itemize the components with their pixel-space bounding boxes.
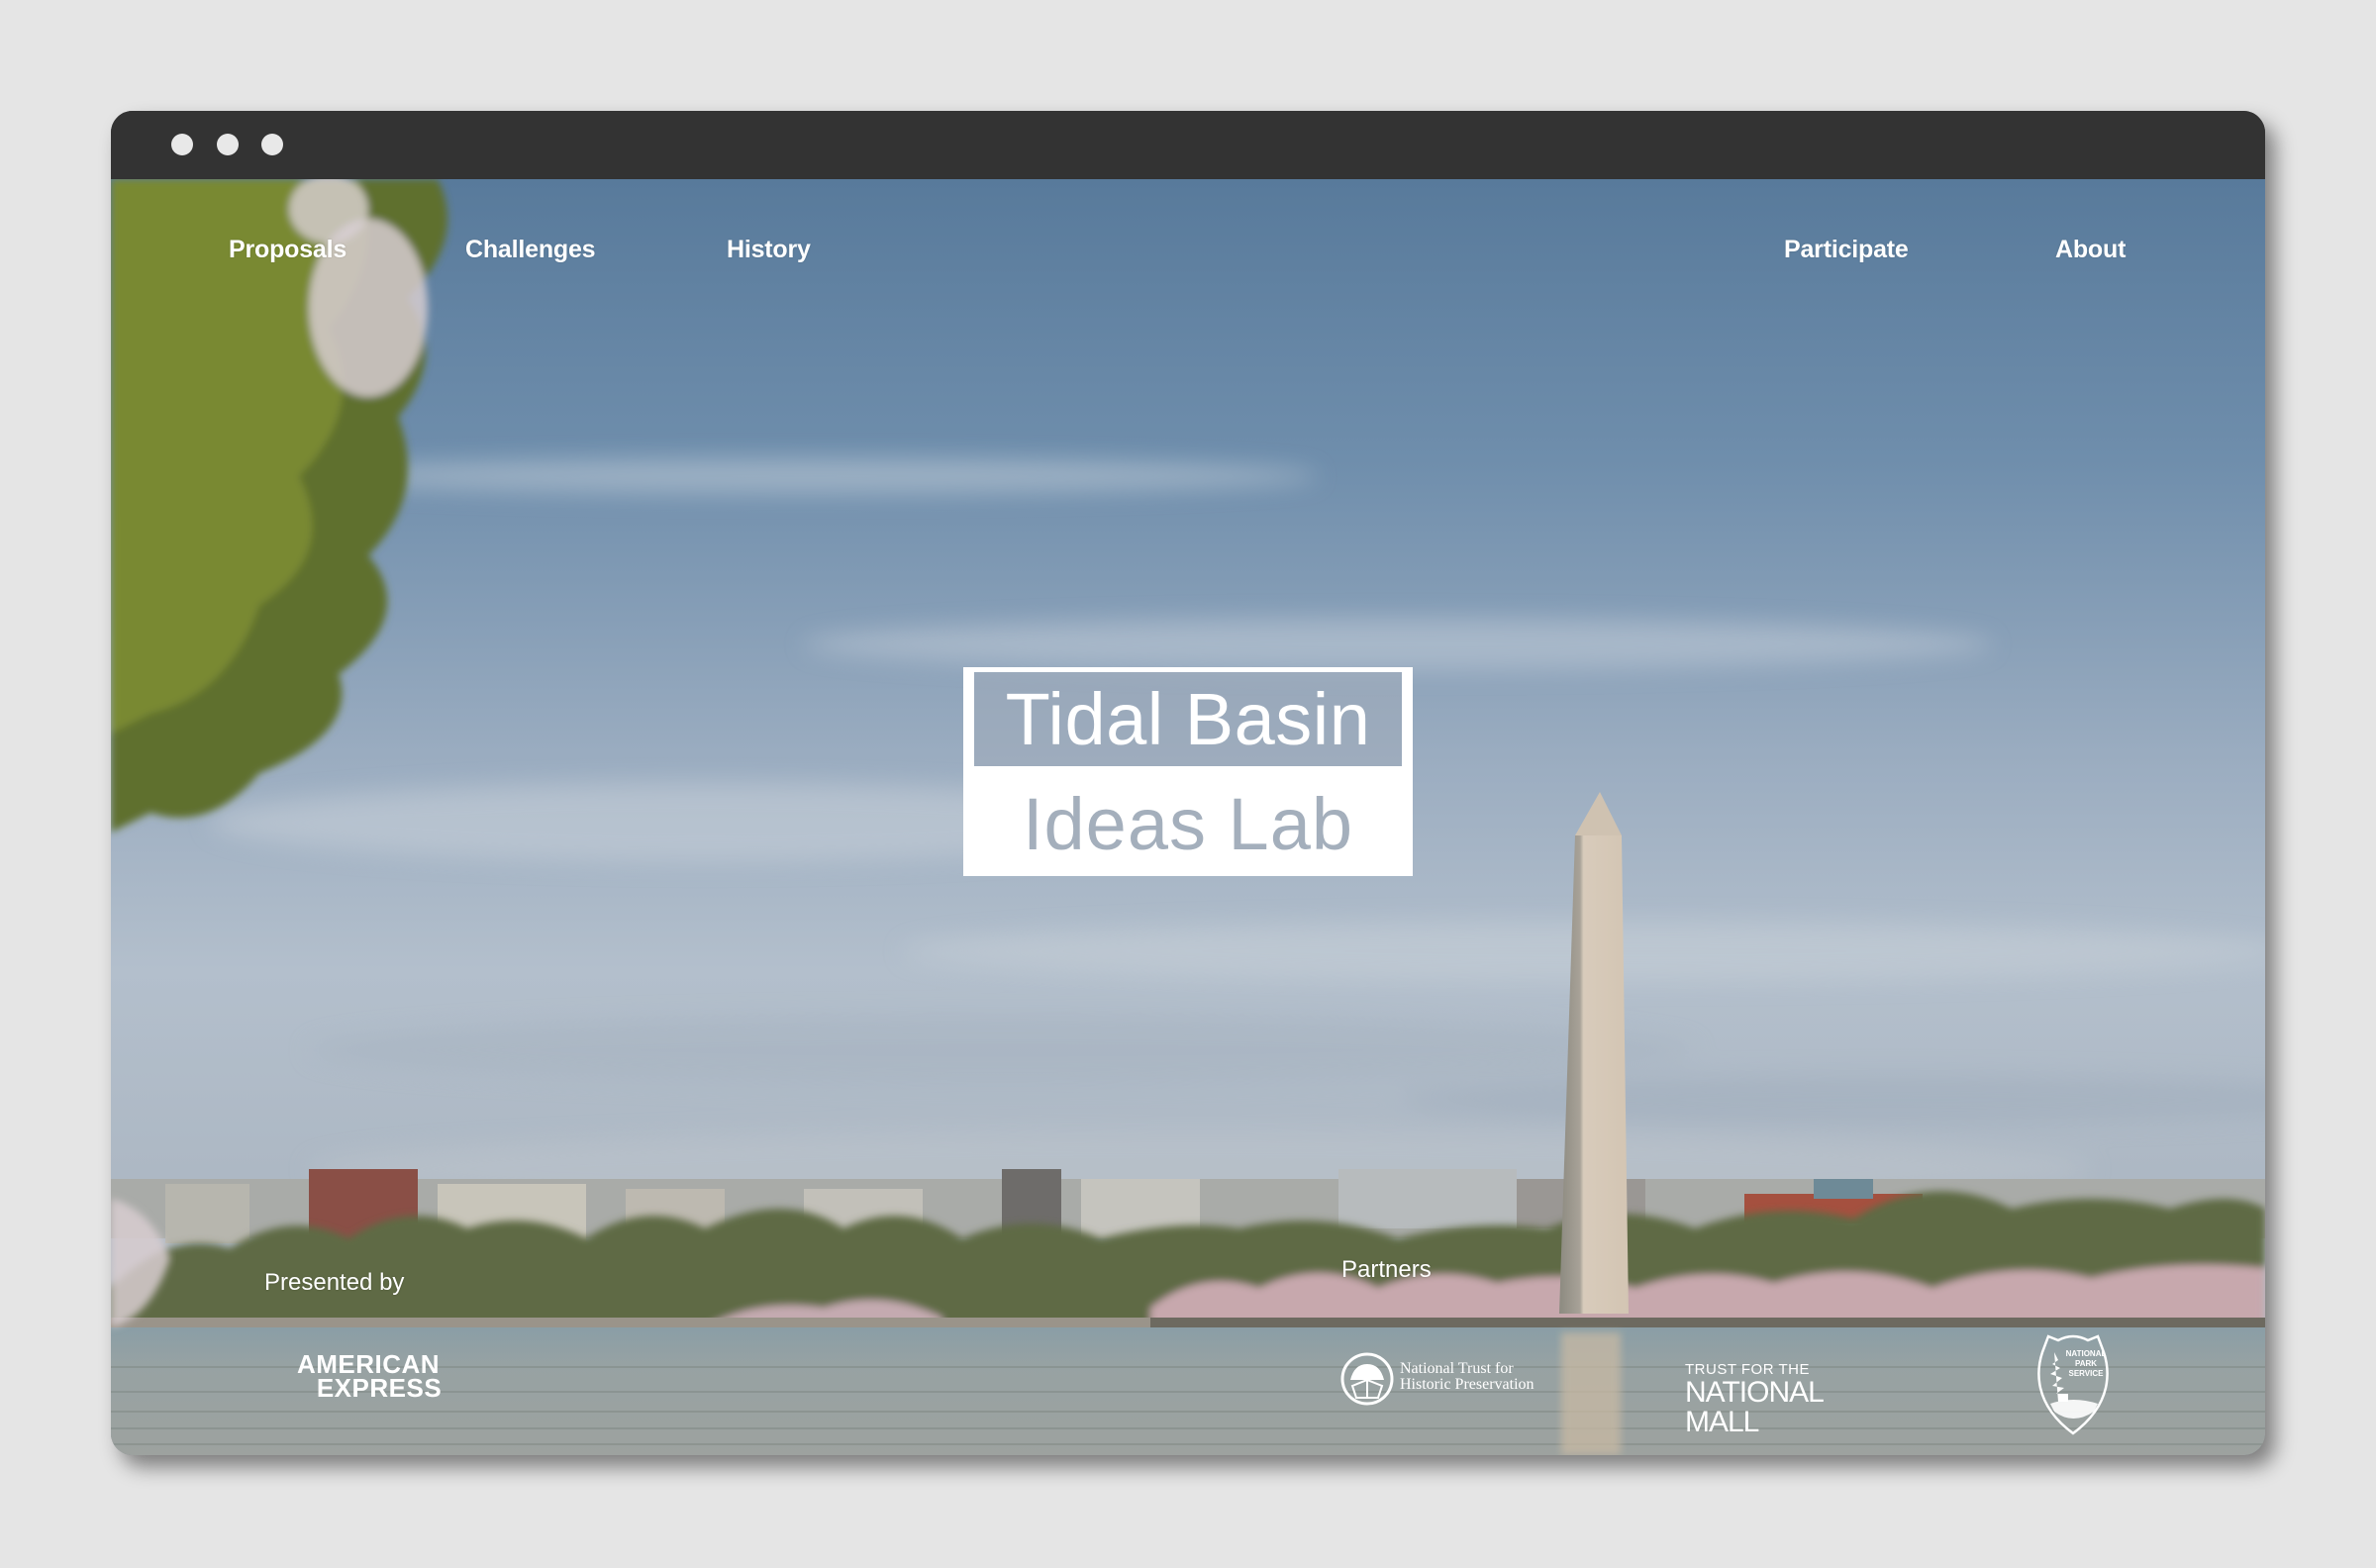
logo-bottom-band: Ideas Lab xyxy=(968,772,1408,876)
window-maximize-button[interactable] xyxy=(261,134,283,155)
nps-text-line1: NATIONAL xyxy=(2066,1349,2107,1358)
amex-line2: EXPRESS xyxy=(316,1373,443,1403)
nps-text-line2: PARK xyxy=(2075,1359,2097,1368)
window-minimize-button[interactable] xyxy=(217,134,239,155)
nps-text-line3: SERVICE xyxy=(2069,1369,2105,1378)
nav-participate[interactable]: Participate xyxy=(1784,236,1909,264)
nav-proposals[interactable]: Proposals xyxy=(229,236,346,264)
ntpr-line1: National Trust for xyxy=(1400,1360,1514,1377)
american-express-logo[interactable]: AMERICAN EXPRESS xyxy=(284,1351,452,1403)
logo-title-line2: Ideas Lab xyxy=(1022,782,1354,865)
logo-top-band: Tidal Basin xyxy=(968,672,1408,772)
ntpr-line2: Historic Preservation xyxy=(1400,1376,1534,1393)
trust-for-national-mall-logo[interactable]: TRUST FOR THE NATIONAL MALL xyxy=(1685,1362,1898,1437)
nps-arrowhead-icon: NATIONAL PARK SERVICE xyxy=(2037,1334,2109,1435)
ntpr-seal-icon xyxy=(1340,1352,1394,1406)
national-trust-logo[interactable]: National Trust for Historic Preservation xyxy=(1340,1348,1553,1408)
page-viewport: Proposals Challenges History Participate… xyxy=(111,179,2265,1455)
presented-by-label: Presented by xyxy=(264,1269,405,1296)
national-park-service-logo[interactable]: NATIONAL PARK SERVICE xyxy=(2029,1330,2118,1439)
nav-about[interactable]: About xyxy=(2055,236,2126,264)
window-titlebar xyxy=(111,111,2265,179)
nav-challenges[interactable]: Challenges xyxy=(465,236,596,264)
site-logo[interactable]: Tidal Basin Ideas Lab xyxy=(963,667,1413,876)
nav-history[interactable]: History xyxy=(727,236,811,264)
window-close-button[interactable] xyxy=(171,134,193,155)
logo-title-line1: Tidal Basin xyxy=(1005,677,1371,760)
browser-window: Proposals Challenges History Participate… xyxy=(111,111,2265,1455)
tfnm-line2: NATIONAL MALL xyxy=(1685,1376,1824,1438)
partners-label: Partners xyxy=(1341,1256,1432,1283)
